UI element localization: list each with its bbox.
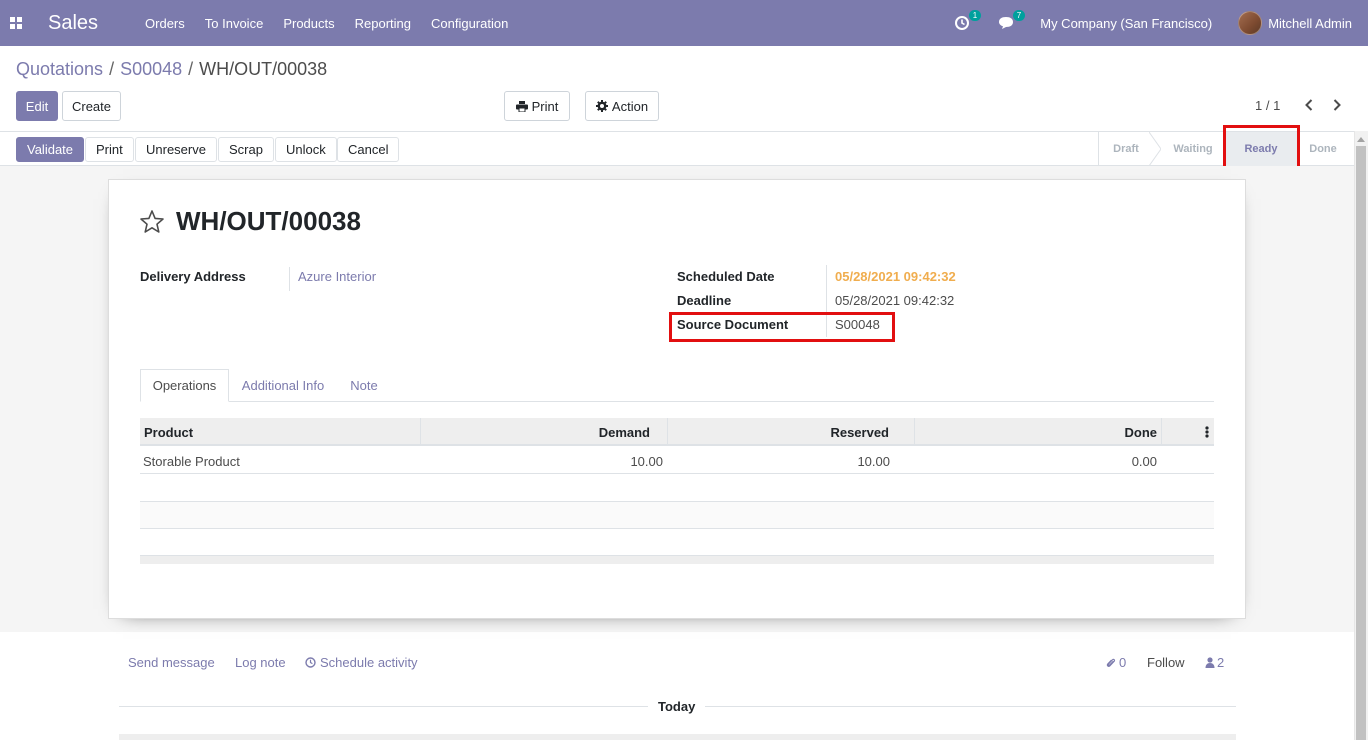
highlight-ready-stage [1223,125,1300,171]
breadcrumb: Quotations / S00048/WH/OUT/00038 [16,59,327,80]
scroll-up-icon[interactable] [1356,134,1366,144]
scrap-button[interactable]: Scrap [218,137,274,162]
scheduled-date-label: Scheduled Date [677,269,775,284]
empty-table-row [140,502,1214,529]
follow-button[interactable]: Follow [1147,655,1185,670]
breadcrumb-quotations[interactable]: Quotations [16,59,103,79]
menu-reporting[interactable]: Reporting [355,16,411,31]
user-avatar[interactable] [1238,11,1263,35]
gear-icon [595,100,608,112]
pager-previous-icon[interactable] [1301,96,1317,114]
delivery-address-link[interactable]: Azure Interior [298,269,376,284]
row-demand: 10.00 [630,454,663,469]
user-menu[interactable]: Mitchell Admin [1268,16,1352,31]
edit-button[interactable]: Edit [16,91,58,121]
top-navbar: Sales Orders To Invoice Products Reporti… [0,0,1368,46]
messages-icon[interactable]: 7 [996,10,1026,33]
action-dropdown-button[interactable]: Action [585,91,659,121]
empty-table-row [140,529,1214,556]
create-button[interactable]: Create [62,91,121,121]
scrollbar-thumb[interactable] [1356,146,1366,740]
pager-next-icon[interactable] [1329,96,1345,114]
highlight-source-document [669,312,895,342]
row-product: Storable Product [143,454,240,469]
column-demand[interactable]: Demand [599,425,650,440]
attachments-button[interactable]: 0 [1106,655,1126,670]
optional-columns-icon[interactable] [1204,425,1210,439]
print-label: Print [531,98,559,114]
delivery-address-label: Delivery Address [140,269,246,284]
table-footer [140,556,1214,564]
log-note-button[interactable]: Log note [235,655,286,670]
send-message-button[interactable]: Send message [128,655,215,670]
deadline-label: Deadline [677,293,732,308]
status-bar: Validate Print Unreserve Scrap Unlock Ca… [0,131,1354,166]
menu-orders[interactable]: Orders [145,16,185,31]
followers-button[interactable]: 2 [1205,655,1224,670]
cancel-button[interactable]: Cancel [337,137,400,162]
print-icon [515,100,528,112]
operations-table-header: Product Demand Reserved Done [140,418,1214,446]
empty-table-row [140,475,1214,502]
stage-separator [1149,132,1161,166]
stage-waiting: Waiting [1173,143,1213,155]
tab-additional-info[interactable]: Additional Info [232,369,334,402]
print-dropdown-button[interactable]: Print [504,91,570,121]
stage-draft: Draft [1113,143,1139,155]
schedule-activity-label: Schedule activity [320,655,418,670]
column-done[interactable]: Done [1125,425,1158,440]
user-icon [1205,657,1215,668]
unlock-button[interactable]: Unlock [275,137,337,162]
company-switcher[interactable]: My Company (San Francisco) [1040,16,1212,31]
action-label: Action [611,98,649,114]
row-done: 0.00 [1131,454,1157,469]
breadcrumb-separator: / [188,59,194,79]
favorite-star-icon[interactable] [139,209,165,235]
apps-menu-icon[interactable] [0,0,32,46]
menu-configuration[interactable]: Configuration [431,16,508,31]
table-row[interactable]: Storable Product 10.00 10.00 0.00 [140,447,1214,474]
attachments-count: 0 [1119,655,1127,670]
row-reserved: 10.00 [857,454,890,469]
tab-operations[interactable]: Operations [140,369,229,402]
message-count-badge: 7 [1012,10,1026,21]
breadcrumb-order[interactable]: S00048 [120,59,182,79]
record-title: WH/OUT/00038 [176,206,361,236]
paperclip-icon [1106,658,1116,667]
breadcrumb-current: WH/OUT/00038 [199,59,328,79]
print-button[interactable]: Print [85,137,134,162]
validate-button[interactable]: Validate [16,137,85,162]
activity-count-badge: 1 [968,10,982,21]
clock-icon [305,657,316,668]
schedule-activity-button[interactable]: Schedule activity [305,655,418,670]
followers-count: 2 [1217,655,1225,670]
column-reserved[interactable]: Reserved [830,425,889,440]
stage-done: Done [1309,143,1337,155]
column-product[interactable]: Product [144,425,193,440]
unreserve-button[interactable]: Unreserve [135,137,217,162]
scheduled-date-value: 05/28/2021 09:42:32 [835,269,956,284]
message-thread-strip [119,734,1236,740]
deadline-value: 05/28/2021 09:42:32 [835,293,955,308]
app-name[interactable]: Sales [48,12,98,35]
tab-note[interactable]: Note [340,369,388,402]
menu-to-invoice[interactable]: To Invoice [205,16,264,31]
breadcrumb-separator: / [109,59,115,79]
activity-icon[interactable]: 1 [952,10,982,33]
menu-products[interactable]: Products [283,16,334,31]
pager-value[interactable]: 1 / 1 [1255,98,1280,113]
today-separator: Today [658,699,696,714]
